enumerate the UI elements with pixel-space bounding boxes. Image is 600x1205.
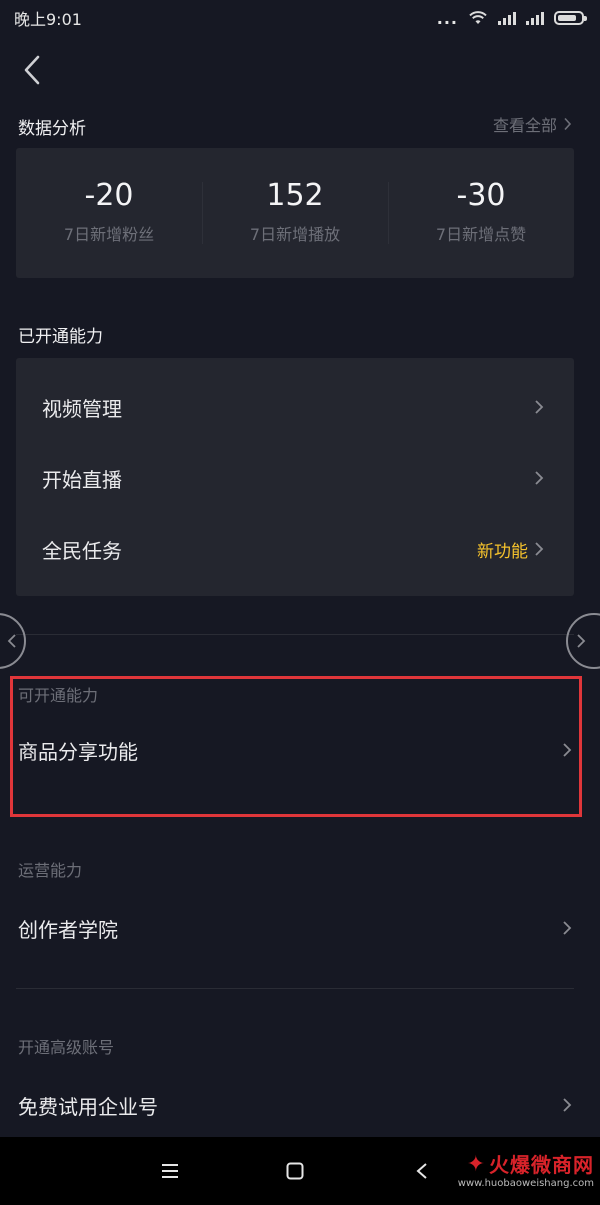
chevron-right-icon [577,634,586,648]
system-nav-bar: ✦ 火爆微商网 www.huobaoweishang.com [0,1137,600,1205]
list-item-start-live[interactable]: 开始直播 [16,448,574,508]
stat-value: -20 [84,178,134,213]
nav-home-button[interactable] [275,1151,315,1191]
battery-icon [554,11,587,25]
list-item-national-tasks[interactable]: 全民任务 新功能 [16,519,574,579]
watermark-text: 火爆微商网 [489,1152,594,1177]
stat-label: 7日新增播放 [249,225,341,244]
list-item-video-management[interactable]: 视频管理 [16,377,574,437]
watermark-logo: ✦ 火爆微商网 www.huobaoweishang.com [438,1143,594,1199]
stat-new-likes[interactable]: -30 7日新增点赞 [388,148,574,278]
operations-section-title: 运营能力 [18,861,83,880]
stat-value: 152 [266,178,324,213]
stat-new-followers[interactable]: -20 7日新增粉丝 [16,148,202,278]
square-home-icon [286,1162,304,1180]
status-icons: ... [436,8,587,28]
signal-icon [498,11,516,25]
upgrade-section-title: 开通高级账号 [18,1038,115,1057]
list-item-label: 视频管理 [42,396,122,421]
status-time: 晚上9:01 [14,10,82,29]
list-item-creator-academy[interactable]: 创作者学院 [0,898,600,958]
list-item-label: 商品分享功能 [18,739,138,764]
list-item-product-sharing[interactable]: 商品分享功能 [0,720,600,780]
more-dots-icon: ... [436,8,458,28]
list-item-label: 全民任务 [42,538,122,563]
prev-edge-button[interactable] [0,613,26,669]
list-item-label: 创作者学院 [18,917,118,942]
status-bar: 晚上9:01 ... [0,0,600,36]
chevron-right-icon [564,117,572,131]
chevron-left-icon [24,55,40,85]
divider [16,988,574,989]
signal-icon-2 [526,11,544,25]
stat-value: -30 [456,178,506,213]
chevron-right-icon [563,743,572,757]
enabled-section-title: 已开通能力 [18,327,103,347]
stat-label: 7日新增点赞 [435,225,527,244]
flame-icon: ✦ [466,1151,485,1177]
watermark-url: www.huobaoweishang.com [457,1177,594,1189]
triangle-back-icon [416,1163,427,1179]
data-analysis-title: 数据分析 [18,119,86,139]
menu-icon [162,1164,178,1178]
list-item-label: 开始直播 [42,467,122,492]
list-item-label: 免费试用企业号 [18,1094,158,1119]
divider [16,634,574,635]
new-feature-badge: 新功能 [477,541,528,562]
view-all-link[interactable]: 查看全部 [493,112,572,136]
wifi-icon [469,11,487,24]
enabled-capabilities-list: 视频管理 开始直播 全民任务 新功能 [16,358,574,596]
stat-new-plays[interactable]: 152 7日新增播放 [202,148,388,278]
chevron-left-icon [7,634,16,648]
chevron-right-icon [563,1098,572,1112]
list-item-free-enterprise-trial[interactable]: 免费试用企业号 [0,1075,600,1135]
chevron-right-icon [535,542,544,556]
view-all-label: 查看全部 [492,116,557,135]
next-edge-button[interactable] [566,613,600,669]
stats-card: -20 7日新增粉丝 152 7日新增播放 -30 7日新增点赞 [16,148,574,278]
nav-menu-button[interactable] [150,1151,190,1191]
available-section-title: 可开通能力 [18,686,99,705]
chevron-right-icon [535,471,544,485]
chevron-right-icon [535,400,544,414]
nav-back-button[interactable] [402,1151,442,1191]
chevron-right-icon [563,921,572,935]
stat-label: 7日新增粉丝 [63,225,155,244]
back-button[interactable] [14,50,50,90]
